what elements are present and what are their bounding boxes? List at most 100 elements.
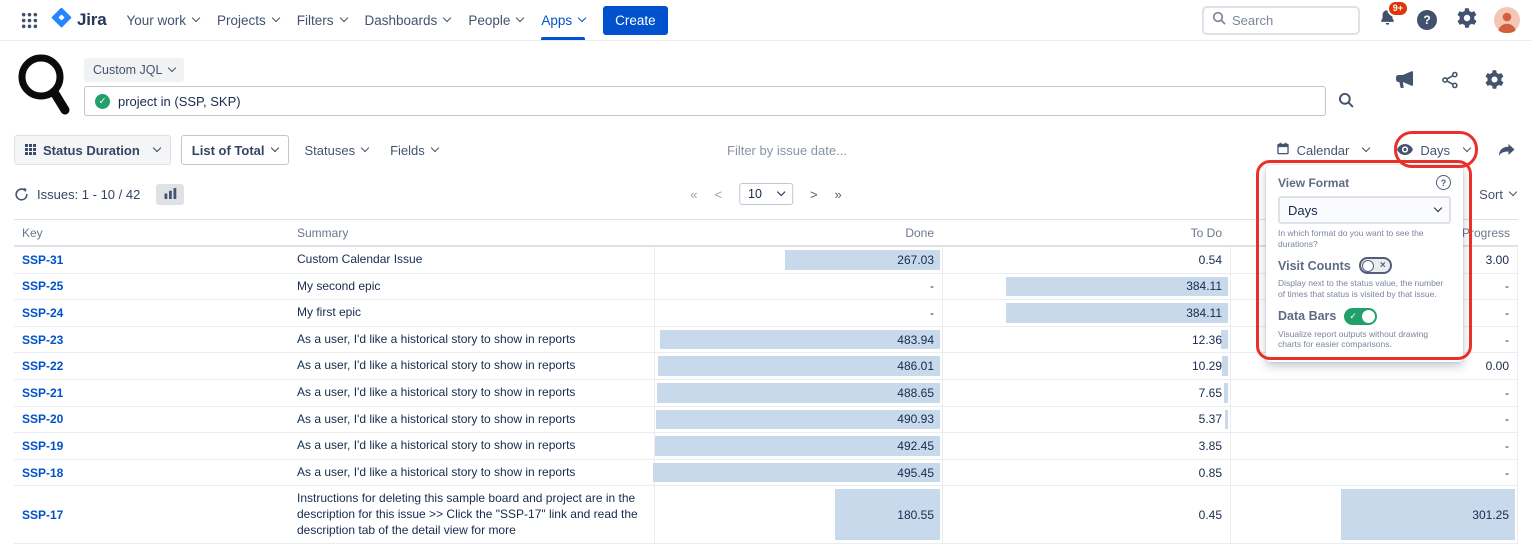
visit-counts-toggle[interactable]: × (1359, 257, 1392, 274)
bar-chart-icon (164, 187, 177, 202)
nav-item-filters[interactable]: Filters (289, 0, 355, 40)
to-do-cell: 384.11 (942, 300, 1230, 326)
cell-value: 0.54 (1199, 253, 1222, 267)
chevron-down-icon (339, 14, 347, 22)
nav-item-dashboards[interactable]: Dashboards (357, 0, 459, 40)
chevron-down-icon (1434, 204, 1442, 212)
to-do-cell: 0.54 (942, 247, 1230, 273)
view-format-select[interactable]: Days (1278, 196, 1451, 224)
issue-summary: My second epic (289, 274, 654, 300)
report-settings-gear-icon[interactable] (1485, 70, 1504, 89)
chart-toggle-button[interactable] (156, 184, 184, 205)
calendar-dropdown[interactable]: Calendar (1276, 142, 1370, 159)
cell-value: 3.85 (1199, 439, 1222, 453)
query-header: Custom JQL ✓ project in (SSP, SKP) (0, 40, 1532, 128)
issue-key-link[interactable]: SSP-20 (22, 412, 63, 426)
search-input[interactable] (1232, 13, 1350, 28)
cell-value: - (930, 306, 934, 320)
next-page-button[interactable]: > (810, 187, 818, 202)
gear-icon (1457, 8, 1477, 33)
issue-key-link[interactable]: SSP-31 (22, 253, 63, 267)
key-cell: SSP-24 (14, 300, 289, 326)
view-format-dropdown[interactable]: Days (1397, 143, 1470, 158)
search-icon (1212, 11, 1226, 30)
nav-item-label: Filters (297, 13, 334, 28)
create-button[interactable]: Create (603, 6, 668, 35)
issue-key-link[interactable]: SSP-25 (22, 279, 63, 293)
cell-value: 267.03 (897, 253, 934, 267)
issue-key-link[interactable]: SSP-24 (22, 306, 63, 320)
aggregation-button[interactable]: List of Total (181, 135, 289, 165)
help-button[interactable]: ? (1414, 7, 1440, 33)
jira-logo[interactable]: Jira (47, 7, 116, 33)
first-page-button[interactable]: « (690, 187, 697, 202)
issue-key-link[interactable]: SSP-19 (22, 439, 63, 453)
last-page-button[interactable]: » (835, 187, 842, 202)
toolbar-right-cluster: Calendar Days (1276, 135, 1516, 165)
issue-summary: As a user, I'd like a historical story t… (289, 380, 654, 406)
nav-item-people[interactable]: People (460, 0, 531, 40)
cell-value: - (1505, 439, 1509, 453)
key-cell: SSP-22 (14, 353, 289, 379)
report-type-button[interactable]: Status Duration (14, 135, 171, 165)
issue-key-link[interactable]: SSP-21 (22, 386, 63, 400)
jql-mode-button[interactable]: Custom JQL (84, 58, 184, 82)
issue-summary: As a user, I'd like a historical story t… (289, 407, 654, 433)
cell-value: 10.29 (1192, 359, 1222, 373)
chevron-down-icon (1362, 144, 1370, 152)
global-search-box[interactable] (1202, 6, 1360, 35)
report-app-logo-magnifier-icon (16, 50, 72, 121)
to-do-cell: 384.11 (942, 274, 1230, 300)
view-format-title: View Format (1278, 176, 1349, 190)
previous-page-button[interactable]: < (714, 187, 722, 202)
question-icon: ? (1417, 10, 1437, 30)
nav-item-label: Projects (217, 13, 266, 28)
issue-summary: As a user, I'd like a historical story t… (289, 433, 654, 459)
nav-item-projects[interactable]: Projects (209, 0, 287, 40)
nav-item-your-work[interactable]: Your work (118, 0, 207, 40)
nav-item-label: People (468, 13, 510, 28)
sort-label: Sort (1479, 187, 1503, 202)
key-cell: SSP-31 (14, 247, 289, 273)
chevron-down-icon (443, 14, 451, 22)
cell-value: - (1505, 279, 1509, 293)
nav-item-apps[interactable]: Apps (533, 0, 593, 40)
issue-summary: As a user, I'd like a historical story t… (289, 353, 654, 379)
share-arrow-icon[interactable] (1498, 143, 1516, 158)
sort-dropdown[interactable]: Sort (1479, 187, 1516, 202)
to-do-cell: 5.37 (942, 407, 1230, 433)
eye-icon (1397, 143, 1413, 158)
done-cell: 495.45 (654, 460, 942, 486)
issue-key-link[interactable]: SSP-23 (22, 333, 63, 347)
refresh-icon[interactable] (14, 187, 29, 202)
issue-key-link[interactable]: SSP-17 (22, 508, 63, 522)
settings-button[interactable] (1454, 7, 1480, 33)
data-bars-toggle[interactable]: ✓ (1344, 308, 1377, 325)
issue-key-link[interactable]: SSP-18 (22, 466, 63, 480)
chevron-down-icon (516, 14, 524, 22)
view-format-label: Days (1420, 143, 1450, 158)
statuses-dropdown[interactable]: Statuses (299, 143, 375, 158)
share-icon[interactable] (1441, 71, 1459, 89)
jql-input[interactable]: ✓ project in (SSP, SKP) (84, 86, 1326, 116)
cell-value: - (1505, 386, 1509, 400)
chevron-down-icon (168, 64, 176, 72)
calendar-label: Calendar (1297, 143, 1350, 158)
view-settings-popup: View Format ? Days In which format do yo… (1266, 165, 1463, 362)
page-size-value: 10 (748, 187, 762, 201)
view-format-selected-value: Days (1288, 203, 1318, 218)
cell-value: 488.65 (897, 386, 934, 400)
notifications-button[interactable]: 9+ (1374, 7, 1400, 33)
cell-value: 492.45 (897, 439, 934, 453)
fields-dropdown[interactable]: Fields (384, 143, 444, 158)
to-do-cell: 0.45 (942, 486, 1230, 543)
issue-key-link[interactable]: SSP-22 (22, 359, 63, 373)
page-size-select[interactable]: 10 (739, 183, 793, 205)
help-icon[interactable]: ? (1436, 175, 1451, 190)
app-switcher-icon[interactable] (14, 8, 45, 33)
issue-date-filter-input[interactable] (727, 143, 937, 158)
jql-search-button[interactable] (1338, 92, 1354, 108)
announcements-megaphone-icon[interactable] (1395, 70, 1415, 89)
done-cell: 488.65 (654, 380, 942, 406)
user-avatar[interactable] (1494, 7, 1520, 33)
